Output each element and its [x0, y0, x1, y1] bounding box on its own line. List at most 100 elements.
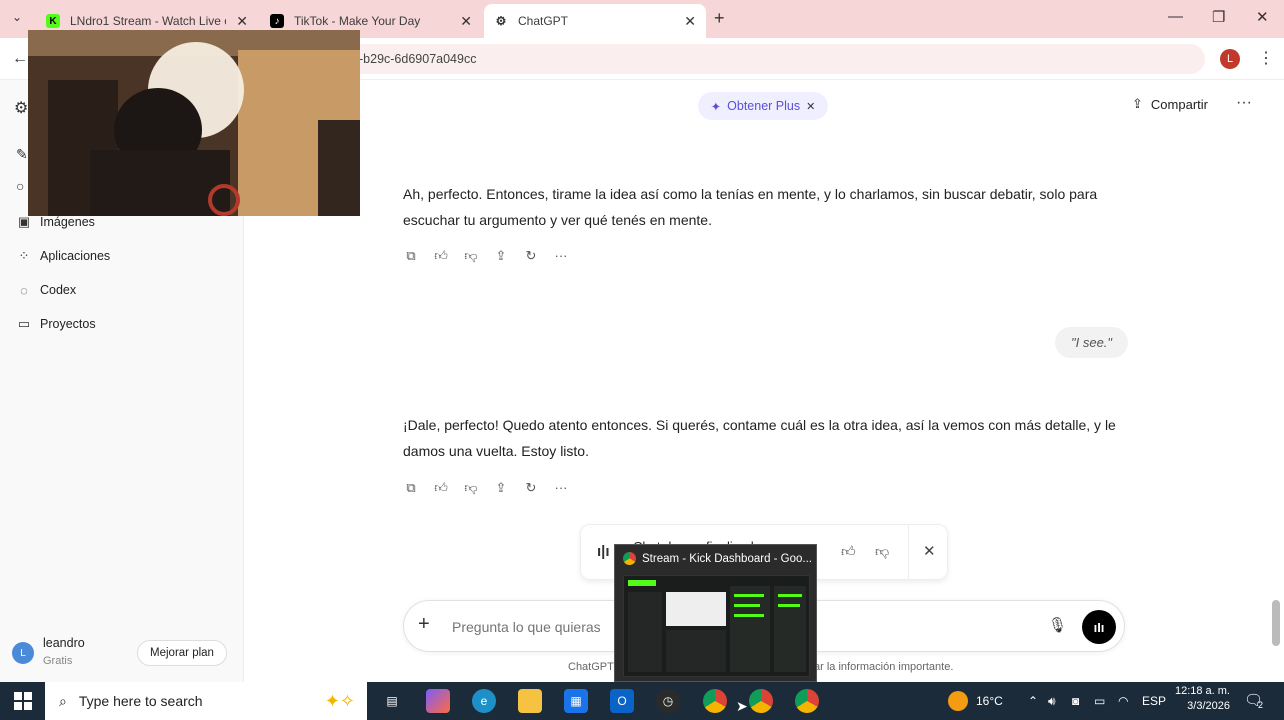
- search-icon: ⌕: [59, 692, 67, 709]
- thumbs-up-icon[interactable]: 👍︎: [433, 480, 449, 500]
- get-plus-button[interactable]: ✦ Obtener Plus ✕: [698, 92, 828, 120]
- chrome-icon[interactable]: [703, 689, 727, 713]
- windows-start-icon[interactable]: [14, 692, 32, 710]
- show-hidden-icons-icon[interactable]: ⌃: [1028, 694, 1038, 708]
- taskbar-search-box[interactable]: ⌕ Type here to search ✦✧: [45, 682, 367, 720]
- thumbs-down-icon[interactable]: 👎︎: [463, 248, 479, 268]
- tab-title: LNdro1 Stream - Watch Live on: [70, 14, 226, 28]
- back-icon[interactable]: ←: [12, 50, 28, 68]
- copy-icon[interactable]: ⧉: [403, 480, 419, 500]
- close-tab-icon[interactable]: ✕: [460, 13, 472, 30]
- copy-icon[interactable]: ⧉: [403, 248, 419, 268]
- copilot-icon[interactable]: [426, 689, 450, 713]
- chrome-icon[interactable]: [749, 689, 773, 713]
- close-icon[interactable]: ✕: [806, 100, 815, 113]
- share-button[interactable]: ⇪ Compartir: [1132, 96, 1208, 112]
- clock-date: 3/3/2026: [1187, 700, 1230, 712]
- sidebar-item-apps[interactable]: ⁘ Aplicaciones: [16, 245, 111, 267]
- user-plan: Gratis: [43, 655, 73, 667]
- dashboard-thumbnail-image: [624, 576, 809, 676]
- weather-icon[interactable]: [948, 691, 968, 711]
- openai-icon: ⚙: [495, 14, 507, 28]
- battery-icon[interactable]: ▭: [1094, 694, 1105, 708]
- more-icon[interactable]: ···: [553, 480, 569, 500]
- sidebar-item-codex[interactable]: ◌ Codex: [16, 279, 76, 301]
- chrome-icon[interactable]: [795, 689, 819, 713]
- assistant-message: ¡Dale, perfecto! Quedo atento entonces. …: [403, 417, 1116, 459]
- upgrade-plan-button[interactable]: Mejorar plan: [137, 640, 227, 666]
- image-icon: ▣: [17, 214, 31, 229]
- thumbs-up-icon[interactable]: 👍︎: [433, 248, 449, 268]
- avatar: L: [12, 642, 34, 664]
- close-tab-icon[interactable]: ✕: [236, 13, 248, 30]
- preview-thumbnail: [623, 575, 810, 677]
- divider: [908, 525, 909, 579]
- edge-icon[interactable]: e: [472, 689, 496, 713]
- thumbs-down-icon[interactable]: 👎︎: [463, 480, 479, 500]
- maximize-icon[interactable]: ❐: [1212, 8, 1225, 26]
- language-indicator[interactable]: ESP: [1142, 694, 1166, 708]
- preview-title-row: Stream - Kick Dashboard - Goo...: [623, 552, 812, 565]
- close-tab-icon[interactable]: ✕: [684, 13, 696, 30]
- close-window-icon[interactable]: ✕: [1256, 8, 1269, 26]
- new-tab-button[interactable]: +: [714, 8, 725, 29]
- taskbar-window-preview[interactable]: Stream - Kick Dashboard - Goo...: [614, 544, 817, 682]
- sidebar-item-projects[interactable]: ▭ Proyectos: [16, 313, 96, 335]
- notification-count: 2: [1258, 700, 1264, 710]
- chrome-icon: [623, 552, 636, 565]
- sidebar-item-label: Proyectos: [40, 317, 96, 331]
- share-icon[interactable]: ⇪: [493, 248, 509, 268]
- clock-app-icon[interactable]: ◷: [656, 689, 680, 713]
- preview-title: Stream - Kick Dashboard - Goo...: [642, 552, 813, 565]
- sparkle-icon: ✦✧: [324, 690, 355, 711]
- new-chat-icon[interactable]: ✎: [16, 146, 28, 163]
- tab-chatgpt[interactable]: ⚙ ChatGPT ✕: [484, 4, 706, 38]
- regenerate-icon[interactable]: ↻: [523, 248, 539, 268]
- clock-time: 12:18 a. m.: [1174, 685, 1230, 697]
- file-explorer-icon[interactable]: [518, 689, 542, 713]
- clock[interactable]: 12:18 a. m. 3/3/2026: [1174, 685, 1230, 712]
- add-attachment-icon[interactable]: +: [418, 613, 430, 636]
- taskbar: ⌕ Type here to search ✦✧ ▤ e ▦ O ◷ ➤ 16°…: [0, 682, 1284, 720]
- search-placeholder: Type here to search: [78, 693, 203, 709]
- share-icon[interactable]: ⇪: [493, 480, 509, 500]
- microphone-icon[interactable]: 🎙︎: [1048, 616, 1067, 634]
- message-actions: ⧉ 👍︎ 👎︎ ⇪ ↻ ···: [403, 480, 569, 500]
- get-plus-label: Obtener Plus: [727, 99, 801, 113]
- openai-logo-icon[interactable]: ⚙: [14, 98, 28, 118]
- tab-search-button[interactable]: ⌄: [12, 10, 22, 24]
- url-text: -b29c-6d6907a049cc: [359, 52, 477, 66]
- weather-temperature[interactable]: 16°C: [976, 694, 1003, 708]
- sidebar-item-label: Aplicaciones: [40, 249, 111, 263]
- tab-title: TikTok - Make Your Day: [294, 14, 421, 28]
- sidebar-item-label: Imágenes: [40, 215, 95, 229]
- outlook-icon[interactable]: O: [610, 689, 634, 713]
- webcam-overlay: [28, 30, 360, 216]
- scrollbar-thumb[interactable]: [1272, 600, 1280, 646]
- more-icon[interactable]: ···: [553, 248, 569, 268]
- microsoft-store-icon[interactable]: ▦: [564, 689, 588, 713]
- thumbs-up-icon[interactable]: 👍︎: [841, 543, 856, 560]
- browser-menu-icon[interactable]: ⋮: [1258, 48, 1274, 68]
- search-chats-icon[interactable]: ○: [16, 178, 24, 194]
- codex-icon: ◌: [20, 282, 28, 298]
- thumbs-down-icon[interactable]: 👎︎: [875, 543, 889, 560]
- address-bar[interactable]: -b29c-6d6907a049cc: [345, 44, 1205, 74]
- sidebar-item-label: Codex: [40, 283, 77, 297]
- minimize-icon[interactable]: —: [1168, 8, 1183, 25]
- wifi-icon[interactable]: ◠: [1118, 694, 1128, 708]
- sparkle-icon: ✦: [710, 99, 722, 114]
- voice-wave-icon: ı|ı: [597, 543, 610, 560]
- kick-icon: K: [46, 14, 60, 28]
- more-options-icon[interactable]: ···: [1236, 94, 1252, 112]
- webcam-image: [28, 30, 360, 216]
- profile-avatar[interactable]: L: [1220, 49, 1240, 69]
- regenerate-icon[interactable]: ↻: [523, 480, 539, 500]
- user-menu[interactable]: L leandro Gratis Mejorar plan: [10, 636, 240, 672]
- share-icon: ⇪: [1132, 96, 1143, 111]
- webcam-icon: ◙: [1072, 694, 1080, 708]
- task-view-icon[interactable]: ▤: [380, 689, 404, 713]
- close-icon[interactable]: ✕: [923, 542, 936, 560]
- voice-mode-button[interactable]: ıIı: [1082, 610, 1116, 644]
- volume-icon[interactable]: 🔊︎: [1048, 694, 1056, 709]
